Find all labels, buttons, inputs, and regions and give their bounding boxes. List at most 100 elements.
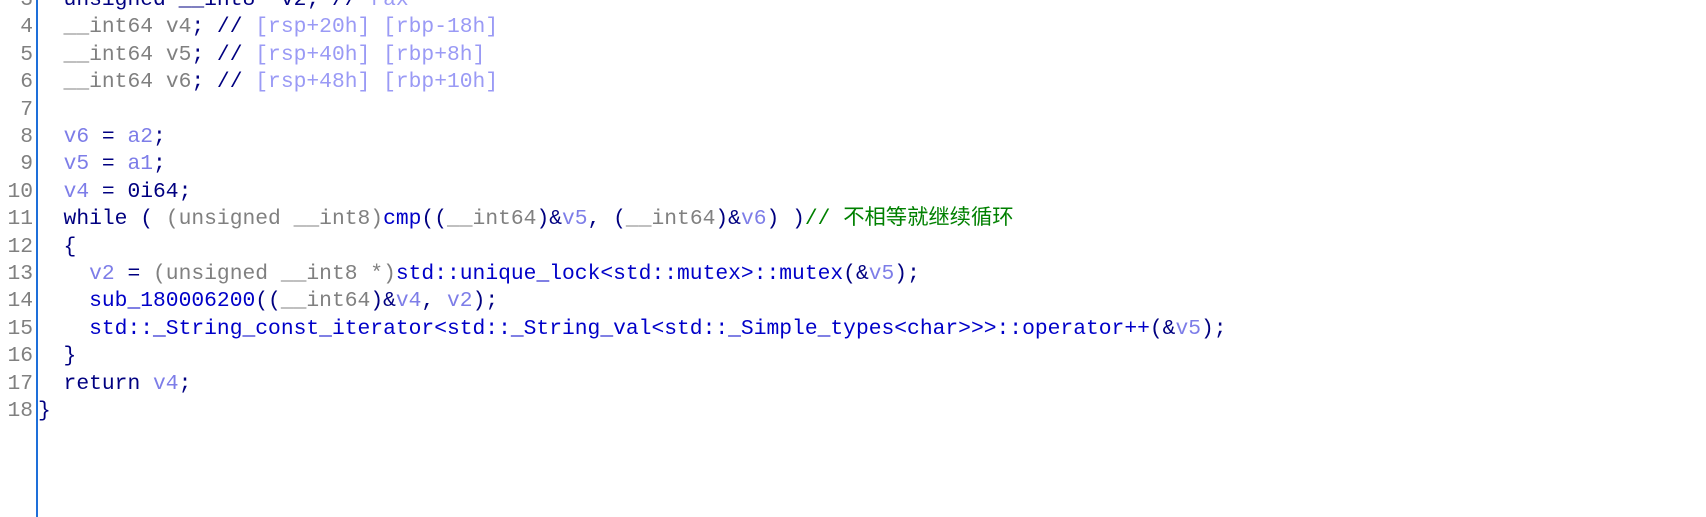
line-number: 6 [20, 70, 33, 95]
code-token: std::_String_const_iterator<std::_String… [89, 316, 1150, 341]
code-token: ; // [191, 42, 243, 67]
code-text: while ( (unsigned __int8)cmp((__int64)&v… [38, 206, 1014, 233]
code-token: )& [715, 207, 741, 232]
code-text: sub_180006200((__int64)&v4, v2); [38, 288, 498, 315]
line-number: 3 [20, 0, 33, 12]
code-token: while ( [38, 207, 166, 232]
code-token: v5 [868, 262, 895, 286]
code-token: (& [1149, 316, 1176, 341]
code-token: __int64 [280, 289, 371, 314]
code-text: v5 = a1; [38, 151, 166, 178]
code-token: (unsigned __int8 *) [153, 262, 396, 286]
code-token: ; [178, 371, 192, 396]
code-text: v4 = 0i64; [38, 179, 192, 206]
code-token: ) ) [766, 207, 805, 232]
code-token: ); [472, 289, 499, 314]
code-token: __int64 [38, 42, 166, 67]
line-number: 8 [20, 125, 33, 149]
code-text: std::_String_const_iterator<std::_String… [38, 316, 1227, 343]
code-text: __int64 v5; // [rsp+40h] [rbp+8h] [38, 42, 486, 69]
code-token: __int64 [38, 70, 166, 95]
code-token: , ( [587, 207, 626, 232]
code-token: v5 [562, 207, 588, 232]
code-token: a1 [127, 152, 154, 177]
code-token: ); [1201, 316, 1227, 341]
code-token: = [89, 152, 128, 177]
code-token: v4 [153, 371, 179, 396]
line-number: 11 [7, 207, 33, 232]
code-token: } [38, 399, 51, 423]
code-token: v4 [395, 289, 422, 314]
line-number: 4 [20, 15, 33, 40]
code-token: , [421, 289, 447, 314]
code-token: v2 [89, 262, 115, 286]
code-token: ; // [191, 15, 243, 40]
code-token: { [38, 234, 77, 259]
code-token: (& [843, 262, 869, 286]
code-token: (unsigned __int8) [165, 207, 384, 232]
code-token: v6 [740, 207, 767, 232]
line-number: 15 [7, 316, 33, 341]
code-token: ; [153, 125, 166, 149]
code-token: // 不相等就继续循环 [804, 207, 1014, 232]
code-text: unsigned __int8 *v2; // rax [38, 0, 409, 14]
code-token: rax [370, 0, 409, 12]
code-token: } [38, 344, 77, 369]
code-token: v5 [1175, 316, 1202, 341]
code-text: { [38, 234, 77, 261]
code-token: ; // [191, 70, 243, 95]
line-number: 18 [7, 399, 33, 423]
code-token: v4 [63, 179, 90, 204]
code-token: v2 [447, 289, 473, 314]
code-token: [rsp+20h] [rbp-18h] [242, 15, 499, 40]
code-token: )& [370, 289, 396, 314]
pseudocode-view[interactable]: 3 unsigned __int8 *v2; // rax 4 __int64 v… [0, 0, 1706, 517]
line-number: 10 [7, 179, 33, 204]
code-token: [rsp+48h] [rbp+10h] [242, 70, 499, 95]
code-token: )& [536, 207, 563, 232]
code-token: v4 [165, 15, 192, 40]
code-text: return v4; [38, 371, 192, 398]
code-token: v6 [63, 125, 90, 149]
code-token: (( [255, 289, 281, 314]
code-token: = [114, 262, 154, 286]
code-token: v6 [165, 70, 192, 95]
code-text: v6 = a2; [38, 124, 166, 151]
line-number: 7 [20, 97, 33, 122]
code-token: = [89, 125, 128, 149]
code-token: ; [153, 152, 166, 177]
code-token: sub_180006200 [89, 289, 256, 314]
line-number: 13 [7, 262, 33, 286]
code-token: a2 [127, 125, 154, 149]
line-number: 16 [7, 344, 33, 369]
line-number: 12 [7, 234, 33, 259]
code-token: = 0i64; [89, 179, 192, 204]
line-number: 14 [7, 289, 33, 314]
code-token: std::unique_lock<std::mutex>::mutex [395, 262, 844, 286]
code-token: cmp [383, 207, 422, 232]
code-token: v5 [165, 42, 192, 67]
code-text: v2 = (unsigned __int8 *)std::unique_lock… [38, 261, 920, 288]
code-text: } [38, 398, 51, 425]
code-token: __int64 [446, 207, 537, 232]
code-text: } [38, 343, 77, 370]
code-token: unsigned __int8 * [38, 0, 281, 12]
code-token: __int64 [625, 207, 716, 232]
code-token: ; // [306, 0, 371, 12]
code-token: return [38, 371, 154, 396]
code-token: __int64 [38, 15, 166, 40]
line-number: 9 [20, 152, 33, 177]
code-token: v5 [63, 152, 90, 177]
code-text: __int64 v4; // [rsp+20h] [rbp-18h] [38, 14, 499, 41]
code-token: ); [894, 262, 920, 286]
code-token: v2 [280, 0, 307, 12]
line-number: 5 [20, 42, 33, 67]
code-token: [rsp+40h] [rbp+8h] [242, 42, 486, 67]
code-token: (( [421, 207, 447, 232]
code-text: __int64 v6; // [rsp+48h] [rbp+10h] [38, 69, 499, 96]
